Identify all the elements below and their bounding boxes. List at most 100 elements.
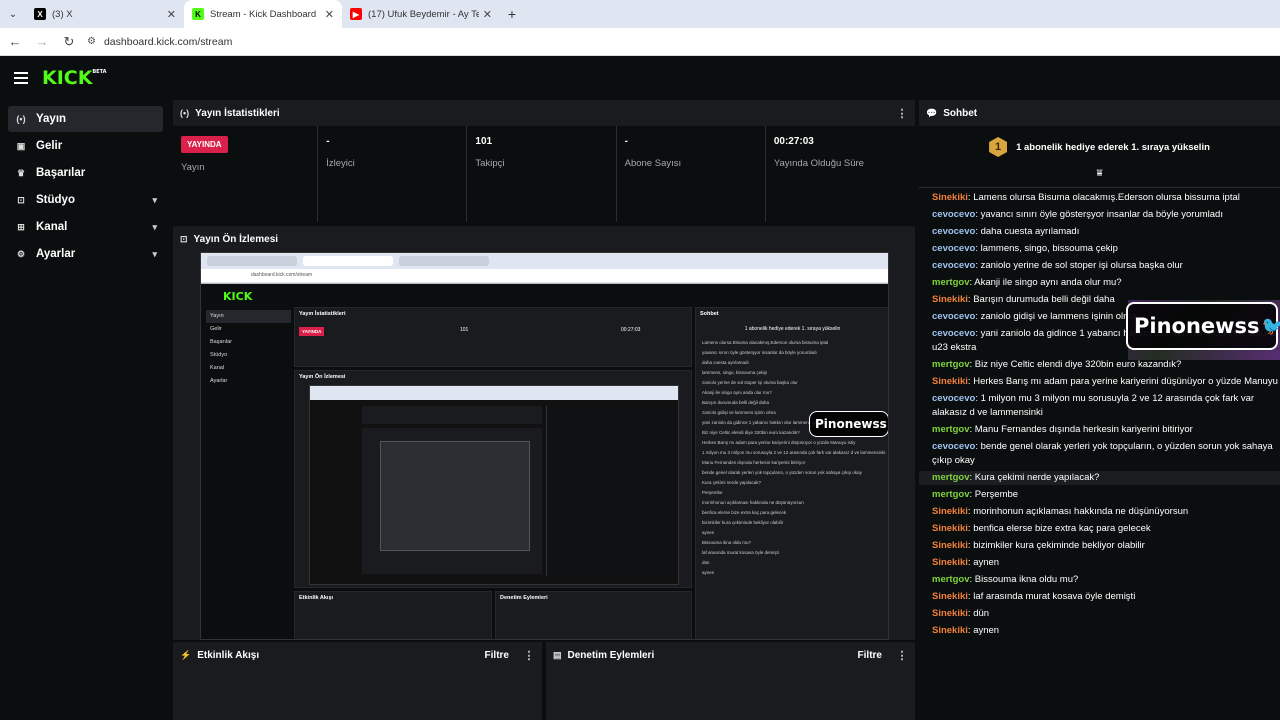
preview-stat: 00:27:03 — [621, 327, 641, 333]
chat-message[interactable]: Sinekiki: aynen — [932, 556, 1280, 570]
chat-username[interactable]: cevocevo — [932, 243, 975, 254]
chat-text: laf arasında murat kosava öyle demişti — [973, 591, 1136, 602]
browser-tab-kick[interactable]: K Stream - Kick Dashboard ✕ — [184, 0, 342, 28]
address-bar[interactable]: ⚙ dashboard.kick.com/stream — [87, 36, 232, 48]
chat-message[interactable]: Sinekiki: Herkes Barış mı adam para yeri… — [932, 375, 1280, 389]
close-icon[interactable]: ✕ — [483, 8, 492, 21]
chat-message[interactable]: Sinekiki: benfica elerse bize extra kaç … — [932, 522, 1280, 536]
chat-message[interactable]: cevocevo: zaniolo yerine de sol stoper i… — [932, 259, 1280, 273]
close-icon[interactable]: ✕ — [167, 8, 176, 21]
chat-username[interactable]: mertgov — [932, 424, 969, 435]
chat-message[interactable]: cevocevo: lammens, singo, bissouma çekip — [932, 242, 1280, 256]
chat-message[interactable]: mertgov: Biz niye Celtic elendi diye 320… — [932, 358, 1280, 372]
sidebar-item-ayarlar[interactable]: ⚙ Ayarlar ▾ — [8, 241, 163, 267]
stream-preview-video[interactable]: dashboard.kick.com/stream KICK Yayın Gel… — [200, 252, 889, 640]
chat-message[interactable]: mertgov: Perşembe — [932, 488, 1280, 502]
stat-value: - — [326, 136, 330, 147]
chat-username[interactable]: cevocevo — [932, 393, 975, 404]
preview-sidebar: Yayın Gelir Başarılar Stüdyo Kanal Ayarl… — [206, 310, 291, 388]
chat-username[interactable]: mertgov — [932, 277, 969, 288]
chat-username[interactable]: mertgov — [932, 574, 969, 585]
tab-search-chevron-icon[interactable]: ⌄ — [0, 0, 26, 28]
chat-message[interactable]: Sinekiki: dün — [932, 607, 1280, 621]
chat-username[interactable]: Sinekiki — [932, 557, 968, 568]
sidebar-item-studyo[interactable]: ⊡ Stüdyo ▾ — [8, 187, 163, 213]
chat-username[interactable]: Sinekiki — [932, 625, 968, 636]
preview-panel-header: ⊡ Yayın Ön İzlemesi — [173, 226, 915, 252]
sidebar-item-gelir[interactable]: ▣ Gelir — [8, 133, 163, 159]
chat-username[interactable]: cevocevo — [932, 311, 975, 322]
chat-message[interactable]: cevocevo: 1 milyon mu 3 milyon mu sorusu… — [932, 392, 1280, 420]
sidebar: (•) Yayın ▣ Gelir ♛ Başarılar ⊡ Stüdyo ▾… — [0, 106, 168, 268]
chat-text: Perşembe — [974, 489, 1019, 500]
chat-message[interactable]: mertgov: Kura çekimi nerde yapılacak? — [919, 471, 1280, 485]
chat-username[interactable]: Sinekiki — [932, 376, 968, 387]
chat-username[interactable]: Sinekiki — [932, 540, 968, 551]
preview-box-title: Sohbet — [700, 311, 719, 317]
chat-message[interactable]: Sinekiki: bizimkiler kura çekiminde bekl… — [932, 539, 1280, 553]
filter-button[interactable]: Filtre — [858, 650, 882, 661]
preview-chat-line: benfica elerse bize extra kaç para gelec… — [702, 510, 787, 515]
chat-username[interactable]: Sinekiki — [932, 294, 968, 305]
preview-chat-line: yavancı sınırı öyle gösterşyor insanlar … — [702, 350, 817, 355]
reload-icon[interactable]: ↻ — [57, 30, 81, 54]
chat-username[interactable]: Sinekiki — [932, 192, 968, 203]
document-icon: ▤ — [553, 649, 562, 660]
preview-chat-line: bende genel olarak yerleri yok topçuları… — [702, 470, 862, 475]
chat-username[interactable]: cevocevo — [932, 260, 975, 271]
preview-chat-line: Barışın durumuda belli değil daha — [702, 400, 770, 405]
chat-message[interactable]: cevocevo: yavancı sınırı öyle gösterşyor… — [932, 208, 1280, 222]
chat-message[interactable]: Sinekiki: Lamens olursa Bisuma olacakmış… — [932, 191, 1280, 205]
chat-username[interactable]: cevocevo — [932, 328, 975, 339]
menu-hamburger-icon[interactable] — [14, 72, 28, 84]
chat-message[interactable]: Sinekiki: aynen — [932, 624, 1280, 638]
browser-tab-youtube[interactable]: ▶ (17) Ufuk Beydemir - Ay Tenli K ✕ — [342, 0, 500, 28]
more-options-icon[interactable]: ⋮ — [896, 649, 908, 662]
chat-username[interactable]: cevocevo — [932, 226, 975, 237]
chat-username[interactable]: Sinekiki — [932, 591, 968, 602]
chat-message[interactable]: Sinekiki: morinhonun açıklaması hakkında… — [932, 505, 1280, 519]
chat-message[interactable]: mertgov: Manu Fernandes dışında herkesin… — [932, 423, 1280, 437]
chat-filter-icon[interactable]: ⩸ — [919, 168, 1280, 188]
filter-button[interactable]: Filtre — [485, 650, 509, 661]
broadcast-icon: (•) — [16, 114, 26, 124]
more-options-icon[interactable]: ⋮ — [896, 107, 908, 120]
back-arrow-icon[interactable]: ← — [3, 30, 27, 54]
chat-panel: 💬 Sohbet 1 1 abonelik hediye ederek 1. s… — [919, 100, 1280, 720]
chat-message[interactable]: cevocevo: bende genel olarak yerleri yok… — [932, 440, 1280, 468]
pinned-leaderboard[interactable]: 1 1 abonelik hediye ederek 1. sıraya yük… — [919, 126, 1280, 168]
forward-arrow-icon[interactable]: → — [30, 30, 54, 54]
chat-username[interactable]: Sinekiki — [932, 506, 968, 517]
sidebar-item-label: Yayın — [36, 113, 67, 125]
chat-message[interactable]: mertgov: Akanji ile singo aynı anda olur… — [932, 276, 1280, 290]
browser-toolbar: ← → ↻ ⚙ dashboard.kick.com/stream — [0, 28, 1280, 56]
chevron-down-icon: ▾ — [152, 221, 157, 232]
chat-username[interactable]: mertgov — [932, 472, 969, 483]
chat-username[interactable]: mertgov — [932, 489, 969, 500]
stats-panel-header: (•) Yayın İstatistikleri ⋮ — [173, 100, 915, 126]
chat-username[interactable]: cevocevo — [932, 209, 975, 220]
chat-username[interactable]: mertgov — [932, 359, 969, 370]
close-icon[interactable]: ✕ — [325, 8, 334, 21]
more-options-icon[interactable]: ⋮ — [523, 649, 535, 662]
channel-icon: ⊞ — [17, 221, 25, 232]
chat-message[interactable]: Sinekiki: laf arasında murat kosava öyle… — [932, 590, 1280, 604]
preview-chat-lines: Lamens olursa Bisuma olacakmış.Ederson o… — [696, 340, 888, 580]
preview-chat-line: 1 milyon mu 3 milyon mu sorusuyla 2 ve 1… — [702, 450, 886, 455]
stat-label: Takipçi — [475, 158, 505, 169]
stat-label: Yayın — [181, 162, 205, 173]
chat-username[interactable]: cevocevo — [932, 441, 975, 452]
chat-message[interactable]: cevocevo: daha cuesta ayrılamadı — [932, 225, 1280, 239]
chat-username[interactable]: Sinekiki — [932, 608, 968, 619]
preview-box-title: Etkinlik Akışı — [299, 595, 334, 601]
chat-message[interactable]: mertgov: Bissouma ikna oldu mu? — [932, 573, 1280, 587]
browser-tab-x[interactable]: X (3) X ✕ — [26, 0, 184, 28]
kick-logo[interactable]: KICK BETA — [42, 67, 106, 89]
sidebar-item-yayin[interactable]: (•) Yayın — [8, 106, 163, 132]
chat-username[interactable]: Sinekiki — [932, 523, 968, 534]
sidebar-item-basarilar[interactable]: ♛ Başarılar — [8, 160, 163, 186]
youtube-favicon-icon: ▶ — [350, 8, 362, 20]
sidebar-item-kanal[interactable]: ⊞ Kanal ▾ — [8, 214, 163, 240]
new-tab-plus-icon[interactable]: + — [500, 0, 524, 28]
site-info-icon[interactable]: ⚙ — [87, 36, 96, 47]
